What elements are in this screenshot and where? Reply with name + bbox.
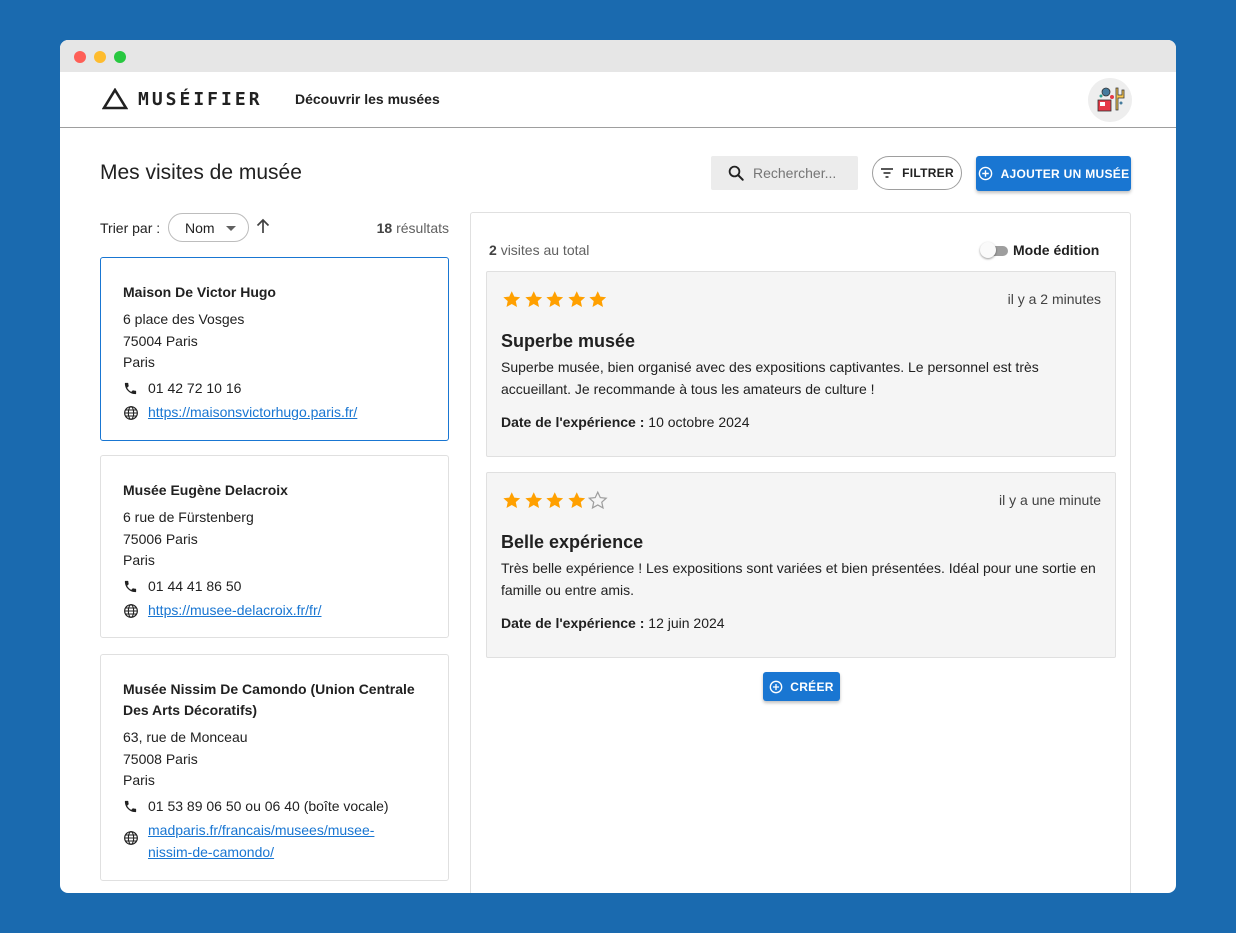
triangle-logo-icon [102, 88, 128, 110]
review-date-label: Date de l'expérience : [501, 414, 645, 430]
window-titlebar [60, 40, 1176, 72]
museum-website-row: https://maisonsvictorhugo.paris.fr/ [123, 402, 427, 428]
review-card[interactable]: il y a 2 minutes Superbe musée Superbe m… [486, 271, 1116, 457]
chevron-down-icon [226, 226, 236, 231]
app-bar: MUSÉIFIER Découvrir les musées [60, 72, 1176, 128]
search-input[interactable] [753, 165, 853, 181]
avatar[interactable] [1088, 78, 1132, 122]
museum-street: 6 place des Vosges [123, 311, 245, 327]
filter-icon [881, 168, 894, 178]
browser-window: MUSÉIFIER Découvrir les musées Mes visit… [60, 40, 1176, 893]
review-date: Date de l'expérience : 10 octobre 2024 [501, 414, 1101, 430]
review-date-value: 12 juin 2024 [648, 615, 725, 631]
search-box[interactable] [711, 156, 858, 190]
visits-total-count: 2 [489, 242, 497, 258]
review-time: il y a 2 minutes [1007, 291, 1101, 307]
museum-website-link[interactable]: https://musee-delacroix.fr/fr/ [148, 600, 322, 622]
visits-total: 2 visites au total [489, 242, 589, 258]
museum-city: Paris [123, 354, 155, 370]
museum-name: Musée Eugène Delacroix [123, 482, 288, 498]
phone-icon [124, 800, 137, 812]
globe-icon [124, 831, 138, 845]
page-title: Mes visites de musée [100, 161, 302, 184]
visits-total-suffix: visites au total [500, 242, 590, 258]
create-visit-button[interactable]: CRÉER [763, 672, 840, 701]
result-count-number: 18 [376, 220, 393, 236]
brand-name: MUSÉIFIER [138, 88, 263, 110]
museum-website-row: madparis.fr/francais/musees/musee-nissim… [123, 820, 427, 863]
edit-mode-toggle[interactable] [980, 242, 1008, 258]
museum-website-row: https://musee-delacroix.fr/fr/ [123, 600, 427, 626]
museum-phone-row: 01 53 89 06 50 ou 06 40 (boîte vocale) [123, 796, 427, 821]
museum-name: Maison De Victor Hugo [123, 284, 276, 300]
review-card[interactable]: il y a une minute Belle expérience Très … [486, 472, 1116, 658]
globe-icon [124, 406, 138, 420]
museum-postal: 75004 Paris [123, 332, 198, 349]
sort-selected-value: Nom [185, 219, 215, 236]
review-time: il y a une minute [999, 492, 1101, 508]
minimize-window-button[interactable] [94, 51, 106, 63]
star-filled-icon [589, 291, 607, 307]
globe-icon [124, 604, 138, 618]
filter-button[interactable]: FILTRER [872, 156, 962, 190]
review-title: Belle expérience [501, 532, 644, 552]
avatar-illustration-icon [1088, 78, 1132, 122]
museum-card[interactable]: Musée Eugène Delacroix 6 rue de Fürstenb… [100, 455, 449, 638]
add-circle-icon [978, 166, 992, 181]
museum-street: 63, rue de Monceau [123, 729, 248, 745]
nav-discover-museums[interactable]: Découvrir les musées [295, 91, 440, 107]
phone-icon [124, 580, 137, 592]
museum-website-link[interactable]: https://maisonsvictorhugo.paris.fr/ [148, 402, 357, 424]
visits-panel: 2 visites au total Mode édition il y a 2… [470, 212, 1131, 893]
star-empty-icon [587, 490, 608, 510]
museum-postal: 75006 Paris [123, 530, 198, 547]
star-filled-icon [524, 291, 542, 307]
result-count: 18 résultats [377, 220, 449, 236]
museum-phone: 01 44 41 86 50 [148, 577, 242, 594]
review-date-label: Date de l'expérience : [501, 615, 645, 631]
review-date-value: 10 octobre 2024 [648, 414, 750, 430]
add-circle-icon [769, 680, 783, 693]
museum-city: Paris [123, 552, 155, 568]
edit-mode-label: Mode édition [1013, 242, 1100, 258]
museum-phone: 01 53 89 06 50 ou 06 40 (boîte vocale) [148, 797, 389, 814]
museum-phone-row: 01 42 72 10 16 [123, 378, 427, 403]
review-body: Superbe musée, bien organisé avec des ex… [501, 359, 1039, 397]
search-icon [728, 165, 744, 181]
star-filled-icon [546, 291, 564, 307]
sort-direction-button[interactable] [255, 218, 271, 239]
museum-phone: 01 42 72 10 16 [148, 379, 242, 396]
maximize-window-button[interactable] [114, 51, 126, 63]
phone-icon [124, 382, 137, 394]
close-window-button[interactable] [74, 51, 86, 63]
star-filled-icon [503, 492, 521, 508]
museum-name: Musée Nissim De Camondo (Union Centrale … [123, 681, 415, 718]
review-title: Superbe musée [501, 331, 636, 351]
sort-label: Trier par : [100, 220, 161, 236]
filter-button-label: FILTRER [902, 166, 954, 180]
review-date: Date de l'expérience : 12 juin 2024 [501, 615, 1101, 631]
star-filled-icon [524, 492, 542, 508]
brand-logo[interactable]: MUSÉIFIER [102, 88, 263, 110]
sort-select[interactable]: Nom [168, 213, 249, 242]
review-body: Très belle expérience ! Les expositions … [501, 560, 1096, 598]
star-filled-icon [503, 291, 521, 307]
create-visit-label: CRÉER [790, 679, 834, 694]
museum-card[interactable]: Musée Nissim De Camondo (Union Centrale … [100, 654, 449, 881]
result-count-suffix: résultats [396, 220, 449, 236]
museum-card[interactable]: Maison De Victor Hugo 6 place des Vosges… [100, 257, 449, 441]
museum-street: 6 rue de Fürstenberg [123, 509, 254, 525]
museum-city: Paris [123, 772, 155, 788]
star-filled-icon [567, 492, 585, 508]
star-filled-icon [546, 492, 564, 508]
arrow-up-icon [256, 218, 270, 233]
add-museum-button[interactable]: AJOUTER UN MUSÉE [976, 156, 1131, 191]
museum-phone-row: 01 44 41 86 50 [123, 576, 427, 601]
add-museum-label: AJOUTER UN MUSÉE [1000, 166, 1130, 181]
museum-website-link[interactable]: madparis.fr/francais/musees/musee-nissim… [148, 820, 398, 863]
museum-postal: 75008 Paris [123, 750, 198, 767]
star-filled-icon [567, 291, 585, 307]
